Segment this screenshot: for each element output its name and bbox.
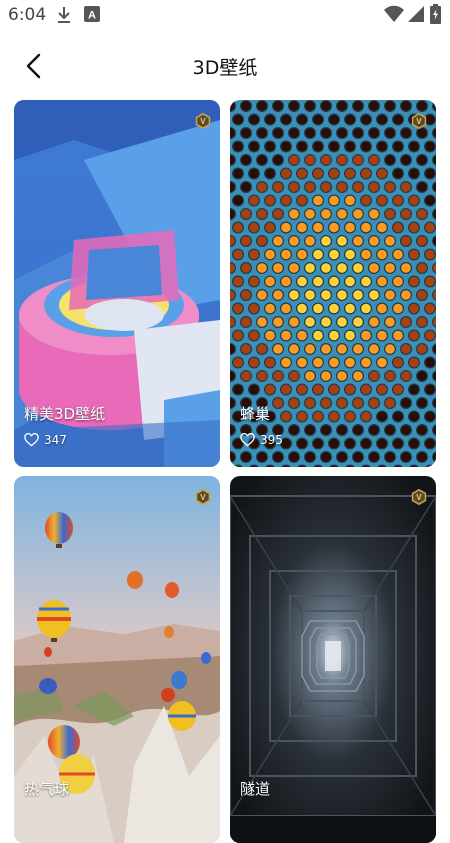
status-bar: 6:04 A xyxy=(0,0,450,30)
vip-badge-icon: V xyxy=(195,112,211,130)
svg-text:V: V xyxy=(416,493,422,502)
svg-text:V: V xyxy=(200,117,206,126)
wallpaper-title: 精美3D壁纸 xyxy=(24,405,106,423)
vip-badge-icon: V xyxy=(195,488,211,506)
svg-text:A: A xyxy=(88,10,96,22)
wifi-icon xyxy=(384,5,404,22)
battery-icon xyxy=(430,4,441,24)
heart-icon xyxy=(240,433,255,447)
font-icon: A xyxy=(84,6,100,22)
page-title: 3D壁纸 xyxy=(192,57,258,79)
like-count[interactable]: 395 xyxy=(240,433,283,447)
header: 3D壁纸 xyxy=(0,40,450,92)
wallpaper-card[interactable]: V 隧道 xyxy=(230,476,436,843)
wallpaper-card[interactable]: V 热气球 xyxy=(14,476,220,843)
heart-icon xyxy=(24,433,39,447)
vip-badge-icon: V xyxy=(411,488,427,506)
download-icon xyxy=(58,7,70,23)
wallpaper-card[interactable]: V 精美3D壁纸 347 xyxy=(14,100,220,467)
wallpaper-title: 蜂巢 xyxy=(240,405,271,423)
like-count[interactable]: 347 xyxy=(24,433,67,447)
wallpaper-card[interactable]: V 蜂巢 395 xyxy=(230,100,436,467)
signal-icon xyxy=(408,6,424,22)
svg-text:V: V xyxy=(416,117,422,126)
like-count-value: 347 xyxy=(44,433,67,447)
svg-text:V: V xyxy=(200,493,206,502)
wallpaper-title: 隧道 xyxy=(240,780,271,798)
wallpaper-title: 热气球 xyxy=(24,780,70,798)
status-time: 6:04 xyxy=(8,5,47,25)
vip-badge-icon: V xyxy=(411,112,427,130)
like-count-value: 395 xyxy=(260,433,283,447)
